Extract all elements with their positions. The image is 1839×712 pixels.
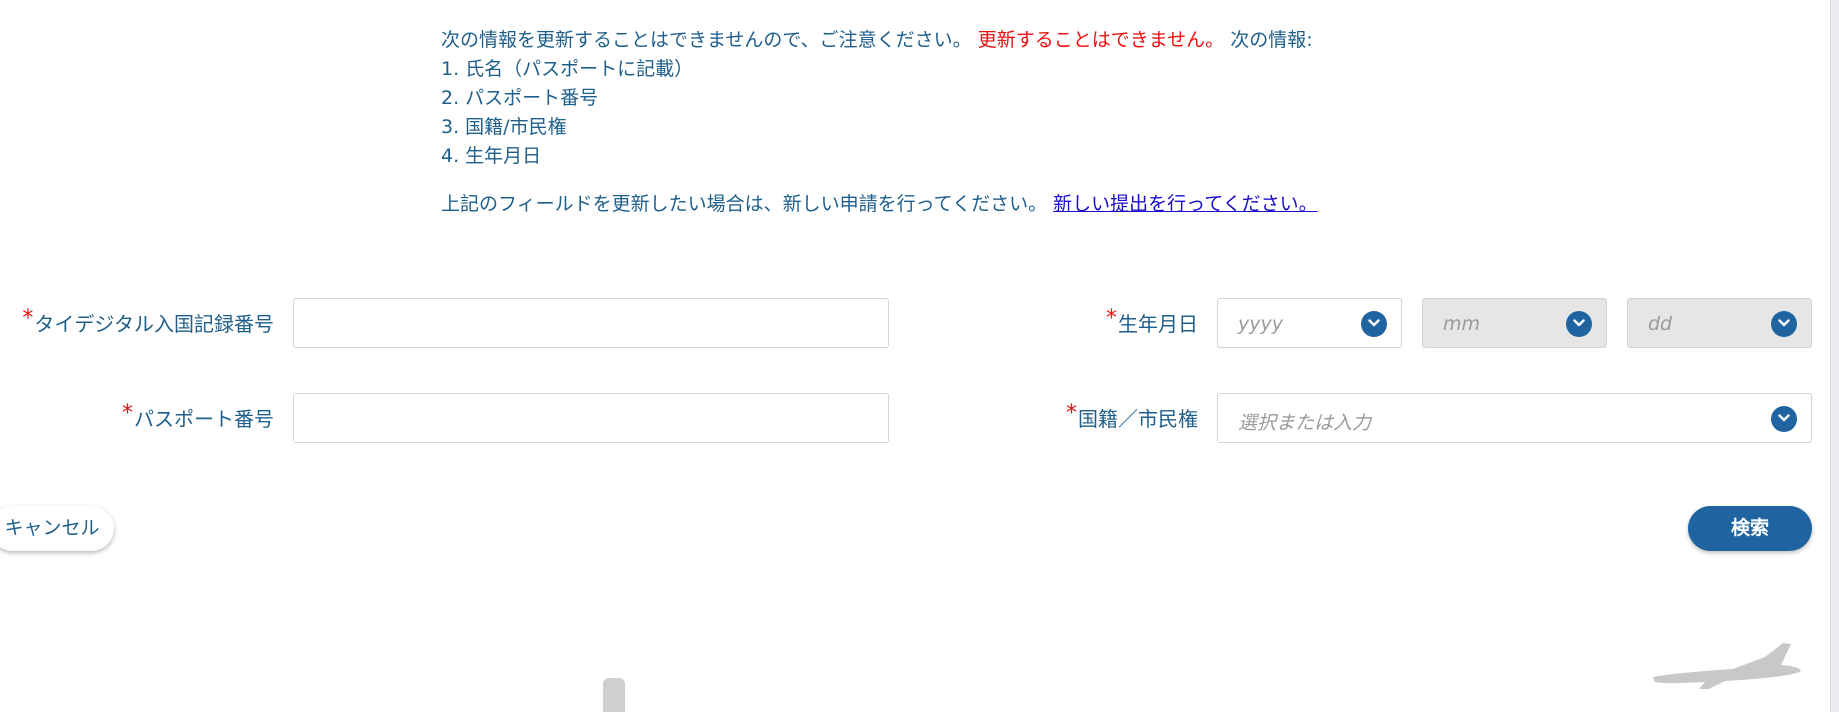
cancel-button[interactable]: キャンセル [0, 506, 114, 551]
page-scrollbar[interactable] [1830, 0, 1839, 712]
dob-year-select[interactable]: yyyy [1217, 298, 1402, 348]
chevron-down-icon [1771, 311, 1797, 337]
required-mark: * [1106, 306, 1117, 331]
dob-month-select[interactable]: mm [1422, 298, 1607, 348]
tdac-number-label: *タイデジタル入国記録番号 [22, 306, 274, 336]
notice-line-1: 次の情報を更新することはできませんので、ご注意ください。 更新することはできませ… [441, 26, 1441, 55]
date-of-birth-label: *生年月日 [1106, 306, 1198, 336]
dob-day-select[interactable]: dd [1627, 298, 1812, 348]
nationality-label: *国籍／市民権 [1066, 401, 1198, 431]
update-notice: 次の情報を更新することはできませんので、ご注意ください。 更新することはできませ… [441, 26, 1441, 219]
airplane-icon [1653, 643, 1801, 689]
notice-warning: 更新することはできません。 [977, 29, 1225, 51]
dob-year-placeholder: yyyy [1238, 313, 1283, 335]
tdac-number-input[interactable] [293, 298, 889, 348]
chevron-down-icon [1566, 311, 1592, 337]
notice-suffix: 次の情報: [1230, 29, 1313, 51]
notice-item: 4. 生年月日 [441, 145, 542, 167]
background-building [603, 678, 625, 712]
resubmit-line: 上記のフィールドを更新したい場合は、新しい申請を行ってください。 新しい提出を行… [441, 190, 1441, 219]
passport-number-input[interactable] [293, 393, 889, 443]
nationality-placeholder: 選択または入力 [1238, 412, 1372, 434]
dob-day-placeholder: dd [1648, 313, 1673, 335]
required-mark: * [22, 306, 34, 331]
notice-item: 2. パスポート番号 [441, 87, 599, 109]
notice-prefix: 次の情報を更新することはできませんので、ご注意ください。 [441, 29, 972, 51]
chevron-down-icon [1361, 311, 1387, 337]
search-button[interactable]: 検索 [1688, 506, 1812, 551]
required-mark: * [122, 401, 133, 426]
new-submission-link[interactable]: 新しい提出を行ってください。 [1053, 193, 1317, 215]
notice-item: 1. 氏名（パスポートに記載） [441, 58, 694, 80]
dob-month-placeholder: mm [1443, 313, 1481, 335]
passport-number-label: *パスポート番号 [122, 401, 274, 431]
resubmit-text: 上記のフィールドを更新したい場合は、新しい申請を行ってください。 [441, 193, 1048, 215]
nationality-select[interactable]: 選択または入力 [1217, 393, 1812, 443]
notice-item: 3. 国籍/市民権 [441, 116, 567, 138]
chevron-down-icon [1771, 406, 1797, 432]
required-mark: * [1066, 401, 1077, 426]
